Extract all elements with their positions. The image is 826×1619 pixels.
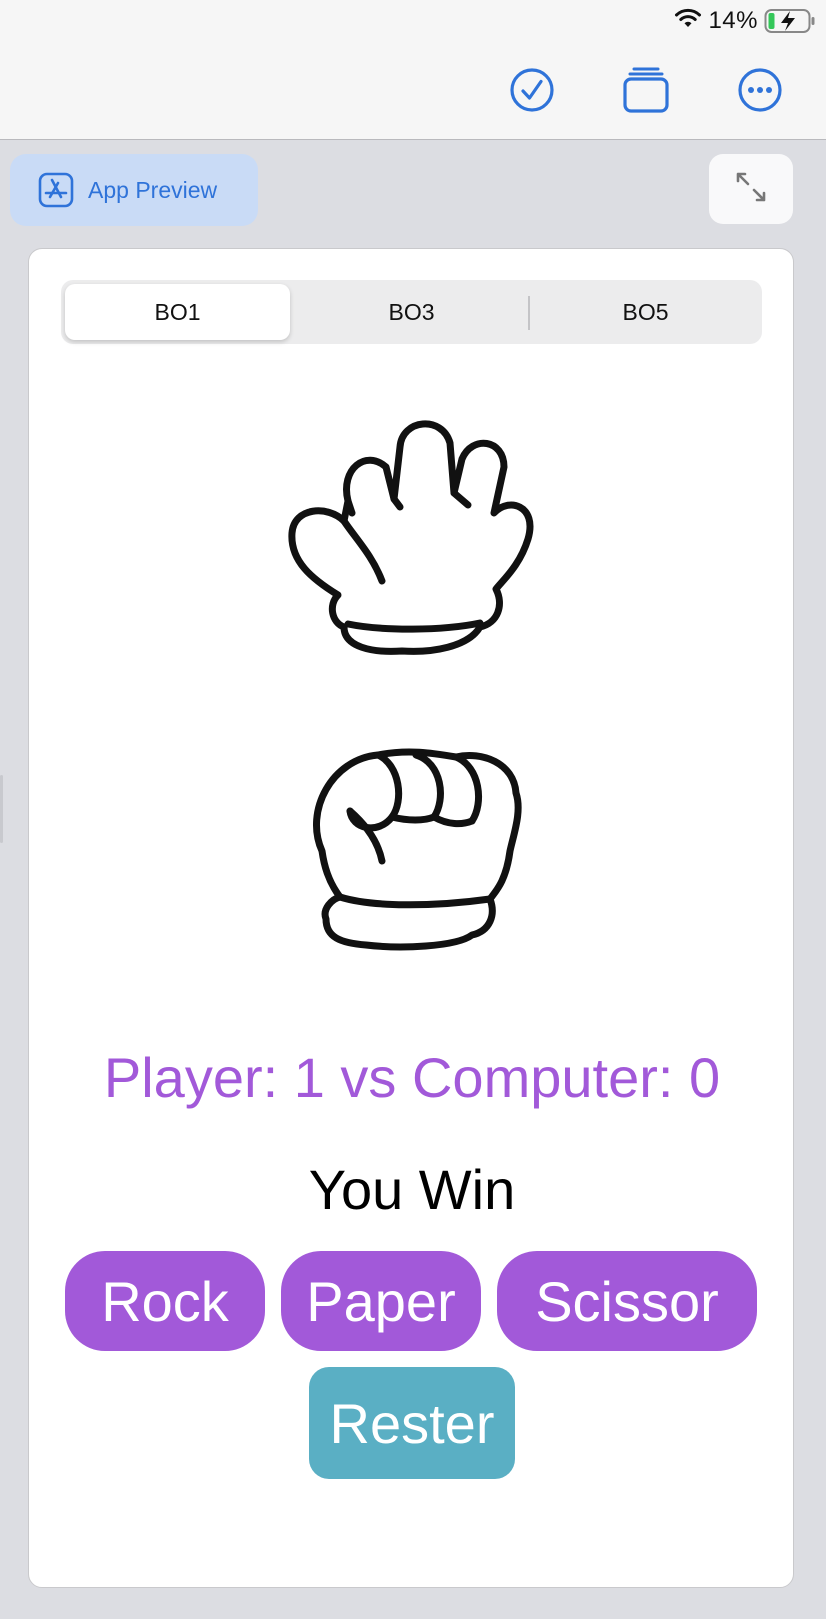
mode-bo1[interactable]: BO1 [65,284,290,340]
result-text: You Win [308,1158,516,1221]
more-ellipsis-icon[interactable] [736,66,784,114]
app-store-icon [38,172,74,208]
wifi-icon [674,7,702,36]
battery-percent: 14% [708,7,758,34]
computer-choice [29,409,795,659]
app-preview-label: App Preview [88,176,218,203]
expand-arrows-icon [734,170,768,209]
segment-divider [528,296,530,330]
app-preview-button[interactable]: App Preview [10,154,258,226]
side-handle[interactable] [0,775,3,843]
player-choice [29,741,795,951]
paper-button[interactable]: Paper [281,1251,481,1351]
status-bar: 14% [674,6,816,36]
mode-bo5[interactable]: BO5 [533,284,758,340]
rock-button[interactable]: Rock [65,1251,265,1351]
preview-card: BO1 BO3 BO5 Player: 1 vs Computer: 0 You… [28,248,794,1588]
mode-segmented-control: BO1 BO3 BO5 [61,280,762,344]
open-hand-paper-icon [282,409,542,659]
reset-button[interactable]: Rester [309,1367,515,1479]
fist-rock-icon [292,741,532,951]
stacked-windows-icon[interactable] [622,66,670,114]
top-toolbar: 14% [0,0,826,140]
expand-button[interactable] [709,154,793,224]
scissor-button[interactable]: Scissor [497,1251,757,1351]
battery-charging-icon [764,8,816,34]
mode-bo3[interactable]: BO3 [299,284,524,340]
score-text: Player: 1 vs Computer: 0 [103,1046,721,1109]
checkmark-circle-icon[interactable] [508,66,556,114]
